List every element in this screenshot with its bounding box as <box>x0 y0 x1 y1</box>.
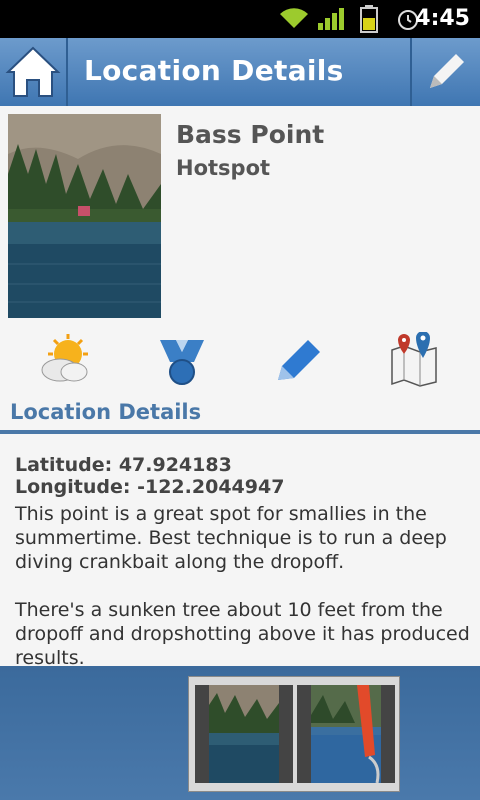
section-title: Location Details <box>10 400 202 424</box>
content-area: Bass Point Hotspot Location Details Lati… <box>0 106 480 666</box>
battery-icon <box>360 5 378 33</box>
location-type: Hotspot <box>176 156 271 180</box>
section-divider <box>0 430 480 434</box>
status-bar: 4:45 <box>0 0 480 38</box>
edit-location-button[interactable] <box>270 332 326 388</box>
description: This point is a great spot for smallies … <box>15 503 470 666</box>
location-details: Latitude: 47.924183 Longitude: -122.2044… <box>15 454 470 666</box>
wifi-icon <box>280 8 308 28</box>
map-button[interactable] <box>386 331 442 388</box>
badge-button[interactable] <box>154 332 210 388</box>
edit-button[interactable] <box>410 38 480 106</box>
photo-gallery-bar <box>0 666 480 800</box>
latitude: Latitude: 47.924183 <box>15 454 232 476</box>
weather-button[interactable] <box>38 332 94 388</box>
longitude: Longitude: -122.2044947 <box>15 476 285 498</box>
page-title: Location Details <box>84 54 344 87</box>
thumbnail-strip[interactable] <box>188 676 400 792</box>
weather-icon <box>41 334 88 382</box>
clock: 4:45 <box>415 6 470 31</box>
edit-pencil-icon <box>278 340 320 380</box>
map-icon <box>391 331 437 387</box>
app-bar: Location Details <box>0 38 480 107</box>
badge-icon <box>160 340 204 385</box>
pencil-icon <box>430 54 464 88</box>
thumbnail[interactable] <box>195 685 293 783</box>
thumbnail[interactable] <box>297 685 395 783</box>
location-photo[interactable] <box>8 114 161 318</box>
signal-icon <box>318 8 344 30</box>
home-icon <box>5 46 61 97</box>
location-name: Bass Point <box>176 120 325 149</box>
home-button[interactable] <box>0 38 68 106</box>
